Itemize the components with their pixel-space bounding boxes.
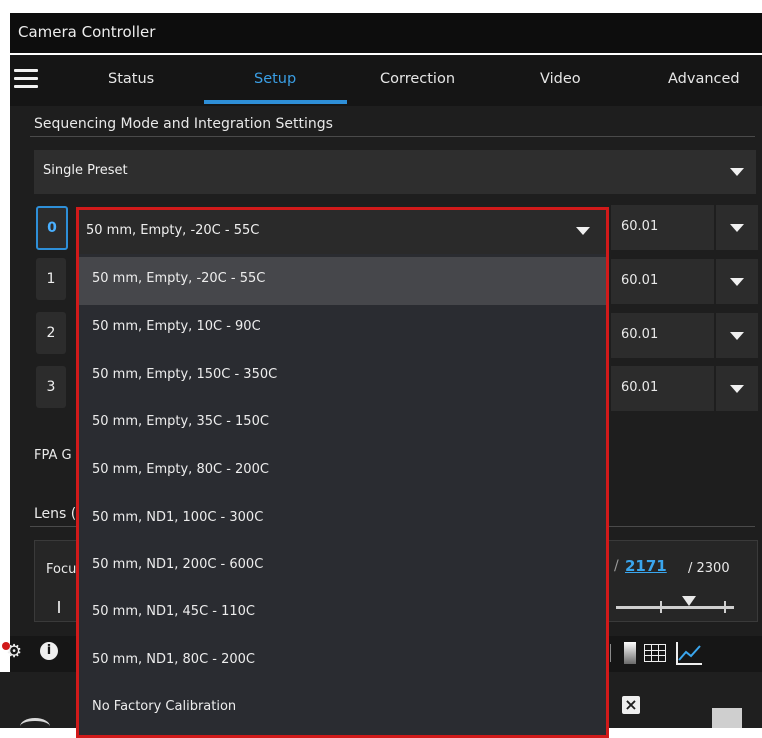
option-label: 50 mm, Empty, 35C - 150C <box>92 414 269 429</box>
chart-icon[interactable] <box>674 640 704 666</box>
focus-slider-handle[interactable] <box>682 596 696 606</box>
window-title: Camera Controller <box>18 23 156 41</box>
tab-bar: Status Setup Correction Video Advanced <box>10 55 762 106</box>
toolbar-divider <box>610 644 611 662</box>
option-label: 50 mm, ND1, 45C - 110C <box>92 604 256 619</box>
section-divider <box>30 136 755 137</box>
preset-value-3[interactable]: 60.01 <box>611 366 714 411</box>
focus-value[interactable]: 2171 <box>625 557 667 575</box>
preset-value-2-dropdown[interactable] <box>716 313 758 358</box>
lens-section-label: Lens ( <box>34 506 77 522</box>
dropdown-option[interactable]: 50 mm, ND1, 100C - 300C <box>79 496 606 544</box>
preset-index-button-0[interactable]: 0 <box>36 206 68 250</box>
dropdown-option[interactable]: 50 mm, Empty, -20C - 55C <box>79 257 606 305</box>
tab-setup[interactable]: Setup <box>254 71 296 87</box>
focus-label: Focu <box>46 562 77 577</box>
preset-value-2[interactable]: 60.01 <box>611 313 714 358</box>
calibration-select[interactable]: 50 mm, Empty, -20C - 55C <box>79 210 606 254</box>
preset-index-button-3[interactable]: 3 <box>36 366 66 408</box>
option-label: 50 mm, ND1, 200C - 600C <box>92 557 264 572</box>
grid-icon[interactable] <box>644 644 666 662</box>
preset-value-text: 60.01 <box>621 380 659 395</box>
option-label: No Factory Calibration <box>92 699 237 714</box>
chevron-down-icon <box>576 227 590 235</box>
tab-advanced[interactable]: Advanced <box>668 71 740 87</box>
alert-dot-icon <box>2 642 10 650</box>
chevron-down-icon <box>730 278 744 286</box>
preset-value-text: 60.01 <box>621 273 659 288</box>
tab-correction[interactable]: Correction <box>380 71 455 87</box>
preset-value-0[interactable]: 60.01 <box>611 205 714 250</box>
dropdown-option[interactable]: No Factory Calibration <box>79 685 606 733</box>
video-thumbnail <box>712 708 742 728</box>
preset-value-text: 60.01 <box>621 327 659 342</box>
tab-video[interactable]: Video <box>540 71 581 87</box>
tab-status[interactable]: Status <box>108 71 154 87</box>
dropdown-option[interactable]: 50 mm, Empty, 10C - 90C <box>79 305 606 353</box>
slider-tick <box>58 601 60 613</box>
dropdown-option[interactable]: 50 mm, Empty, 35C - 150C <box>79 400 606 448</box>
preset-value-0-dropdown[interactable] <box>716 205 758 250</box>
option-label: 50 mm, Empty, 80C - 200C <box>92 462 269 477</box>
hamburger-menu-icon[interactable] <box>14 69 38 89</box>
sequencing-mode-select[interactable]: Single Preset <box>34 150 756 194</box>
preset-index-button-1[interactable]: 1 <box>36 258 66 300</box>
section-title: Sequencing Mode and Integration Settings <box>34 116 333 132</box>
active-tab-indicator <box>204 100 347 104</box>
sequencing-mode-value: Single Preset <box>43 163 128 178</box>
chevron-down-icon <box>730 224 744 232</box>
dropdown-option[interactable]: 50 mm, ND1, 80C - 200C <box>79 638 606 686</box>
option-label: 50 mm, Empty, -20C - 55C <box>92 271 266 286</box>
option-label: 50 mm, Empty, 150C - 350C <box>92 367 278 382</box>
calibration-selected-value: 50 mm, Empty, -20C - 55C <box>86 223 260 238</box>
slider-tick <box>660 601 662 613</box>
dropdown-option[interactable]: 50 mm, Empty, 80C - 200C <box>79 448 606 496</box>
preset-separator: / <box>614 558 619 574</box>
option-label: 50 mm, ND1, 100C - 300C <box>92 510 264 525</box>
preset-value-3-dropdown[interactable] <box>716 366 758 411</box>
dropdown-option[interactable]: 50 mm, Empty, 150C - 350C <box>79 353 606 401</box>
option-label: 50 mm, ND1, 80C - 200C <box>92 652 256 667</box>
dropdown-option[interactable]: 50 mm, ND1, 200C - 600C <box>79 543 606 591</box>
preset-value-1[interactable]: 60.01 <box>611 259 714 304</box>
close-box-icon[interactable]: × <box>622 696 640 714</box>
chevron-down-icon <box>730 168 744 176</box>
preset-value-text: 60.01 <box>621 219 659 234</box>
chevron-down-icon <box>730 332 744 340</box>
option-label: 50 mm, Empty, 10C - 90C <box>92 319 261 334</box>
fpa-gain-label: FPA G <box>34 448 72 463</box>
dial-icon <box>20 718 50 735</box>
calibration-dropdown[interactable]: 50 mm, Empty, -20C - 55C 50 mm, Empty, -… <box>76 207 609 738</box>
chevron-down-icon <box>730 385 744 393</box>
preset-index-button-2[interactable]: 2 <box>36 312 66 354</box>
focus-max: / 2300 <box>688 561 730 576</box>
dropdown-option[interactable]: 50 mm, ND1, 45C - 110C <box>79 590 606 638</box>
title-bar: Camera Controller <box>10 13 762 53</box>
colorbar-icon[interactable] <box>624 642 636 664</box>
preset-value-1-dropdown[interactable] <box>716 259 758 304</box>
slider-tick <box>724 601 726 613</box>
focus-slider-track[interactable] <box>616 606 734 609</box>
info-icon[interactable]: i <box>40 642 58 660</box>
